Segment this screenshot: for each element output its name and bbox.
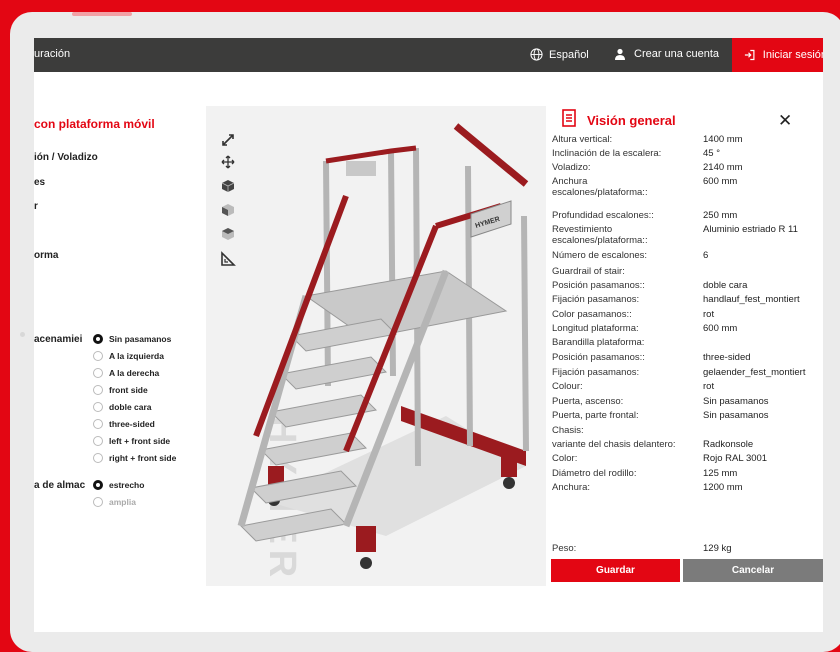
spec-label: Inclinación de la escalera:: [552, 148, 662, 159]
spec-label: Voladizo:: [552, 162, 591, 173]
spec-value: Aluminio estriado R 11: [703, 224, 798, 235]
spec-label: Posición pasamanos::: [552, 280, 645, 291]
spec-label: Posición pasamanos::: [552, 352, 645, 363]
radio-selected[interactable]: [93, 334, 103, 344]
radio[interactable]: [93, 497, 103, 507]
overview-panel: Visión general ✕ Altura vertical: 1400 mm…: [551, 104, 823, 594]
spec-value: rot: [703, 309, 715, 320]
spec-value: Rojo RAL 3001: [703, 453, 768, 464]
breadcrumb: uración: [34, 48, 71, 60]
radio-sin-pasamanos[interactable]: Sin pasamanos: [93, 334, 171, 344]
document-icon: [562, 109, 576, 127]
spec-label: Colour:: [552, 381, 583, 392]
radio-three-sided[interactable]: three-sided: [93, 419, 155, 429]
spec-value: 1200 mm: [703, 482, 743, 493]
spec-value: Sin pasamanos: [703, 396, 769, 407]
spec-value: 125 mm: [703, 468, 738, 479]
login-label: Iniciar sesión: [762, 49, 823, 61]
radio-derecha[interactable]: A la derecha: [93, 368, 159, 378]
spec-label: Diámetro del rodillo:: [552, 468, 637, 479]
radio[interactable]: [93, 402, 103, 412]
spec-value: 1400 mm: [703, 134, 743, 145]
radio-selected[interactable]: [93, 480, 103, 490]
spec-label: Fijación pasamanos:: [552, 367, 640, 378]
radio-front-side[interactable]: front side: [93, 385, 148, 395]
user-icon: [615, 48, 625, 60]
spec-label: Puerta, ascenso:: [552, 396, 624, 407]
spec-value: three-sided: [703, 352, 751, 363]
radio[interactable]: [93, 368, 103, 378]
spec-label: Número de escalones:: [552, 250, 648, 261]
login-icon: [744, 49, 755, 61]
language-selector[interactable]: Español: [530, 48, 589, 61]
login-button[interactable]: Iniciar sesión: [732, 38, 823, 72]
radio-left-front[interactable]: left + front side: [93, 436, 170, 446]
radio[interactable]: [93, 436, 103, 446]
spec-value: 600 mm: [703, 323, 738, 334]
spec-value: 6: [703, 250, 709, 261]
spec-value: Radkonsole: [703, 439, 754, 450]
spec-value: rot: [703, 381, 715, 392]
radio-estrecho[interactable]: estrecho: [93, 480, 144, 490]
spec-label: Color pasamanos::: [552, 309, 632, 320]
radio-amplia[interactable]: amplia: [93, 497, 136, 507]
spec-value: handlauf_fest_montiert: [703, 294, 800, 305]
3d-viewer[interactable]: HYMER: [206, 106, 546, 586]
spec-label: Altura vertical:: [552, 134, 613, 145]
spec-label: variante del chasis delantero:: [552, 439, 676, 450]
top-bar: uración Español Crear una cuenta Iniciar…: [34, 38, 823, 72]
spec-value: 2140 mm: [703, 162, 743, 173]
weight-value: 129 kg: [703, 543, 732, 554]
radio-right-front[interactable]: right + front side: [93, 453, 176, 463]
spec-label: Profundidad escalones::: [552, 210, 654, 221]
radio-doble-cara[interactable]: doble cara: [93, 402, 152, 412]
section-label-overhang: ión / Voladizo: [34, 152, 98, 163]
create-account-label: Crear una cuenta: [634, 48, 719, 60]
spec-value: Sin pasamanos: [703, 410, 769, 421]
language-label: Español: [549, 48, 589, 61]
section-label-handrail: acenamiei: [34, 334, 83, 345]
section-label-storage: a de almac: [34, 480, 86, 491]
spec-label: Barandilla plataforma:: [552, 337, 645, 348]
radio[interactable]: [93, 351, 103, 361]
spec-label: Guardrail of stair:: [552, 266, 625, 277]
app-screen: uración Español Crear una cuenta Iniciar…: [34, 38, 823, 632]
overview-title: Visión general: [587, 113, 676, 128]
radio-izquierda[interactable]: A la izquierda: [93, 351, 164, 361]
close-icon[interactable]: ✕: [778, 111, 792, 131]
spec-value: doble cara: [703, 280, 748, 291]
product-title: con plataforma móvil: [34, 117, 155, 131]
tablet-notch: [72, 12, 132, 16]
tablet-camera-dot: [20, 332, 25, 337]
spec-value: gelaender_fest_montiert: [703, 367, 806, 378]
spec-label: Revestimiento escalones/plataforma::: [552, 224, 648, 246]
spec-label: Longitud plataforma:: [552, 323, 639, 334]
cancel-button[interactable]: Cancelar: [683, 559, 823, 582]
spec-value: 600 mm: [703, 176, 738, 187]
spec-label: Chasis:: [552, 425, 584, 436]
section-label: r: [34, 201, 38, 212]
radio[interactable]: [93, 419, 103, 429]
create-account-link[interactable]: Crear una cuenta: [614, 48, 719, 60]
ladder-illustration: HYMER: [237, 123, 529, 583]
section-label: es: [34, 177, 46, 188]
globe-icon: [530, 48, 543, 61]
radio[interactable]: [93, 385, 103, 395]
section-label-platform: orma: [34, 250, 59, 261]
weight-label: Peso:: [552, 543, 577, 554]
spec-label: Fijación pasamanos:: [552, 294, 640, 305]
spec-value: 45 °: [703, 148, 721, 159]
radio[interactable]: [93, 453, 103, 463]
save-button[interactable]: Guardar: [551, 559, 680, 582]
spec-label: Anchura escalones/plataforma::: [552, 176, 648, 198]
spec-label: Puerta, parte frontal:: [552, 410, 639, 421]
spec-value: 250 mm: [703, 210, 738, 221]
spec-label: Color:: [552, 453, 578, 464]
spec-label: Anchura:: [552, 482, 591, 493]
